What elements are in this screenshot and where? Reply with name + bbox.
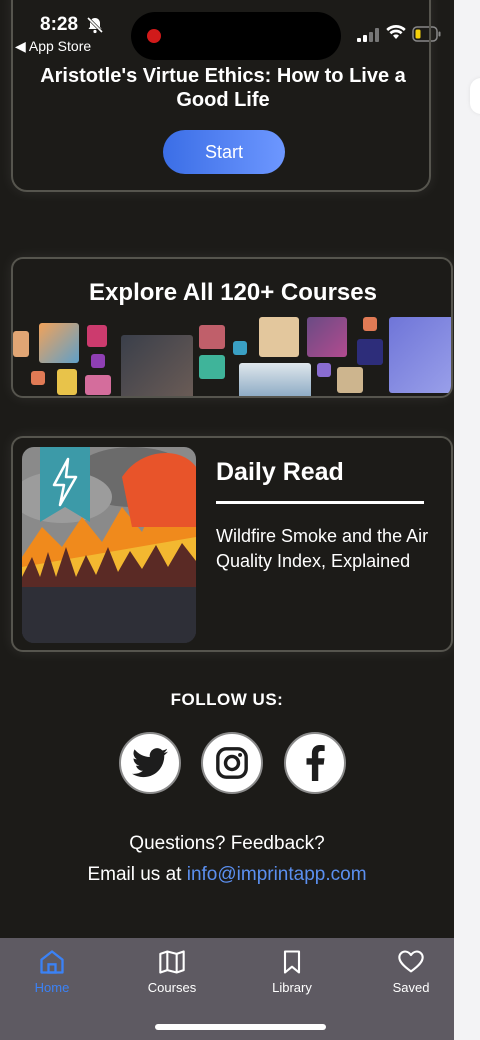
tab-saved[interactable]: Saved: [366, 948, 454, 995]
lightning-bolt-icon: [40, 447, 90, 522]
daily-read-heading: Daily Read: [216, 458, 344, 486]
facebook-icon: [306, 745, 325, 781]
tab-library[interactable]: Library: [247, 948, 337, 995]
course-thumbnail: [85, 375, 111, 395]
course-thumbnail: [31, 371, 45, 385]
course-thumbnail: [307, 317, 347, 357]
course-thumbnail: [121, 335, 193, 396]
instagram-button[interactable]: [201, 732, 263, 794]
course-thumbnail: [233, 341, 247, 355]
divider: [216, 501, 424, 504]
tab-courses[interactable]: Courses: [127, 948, 217, 995]
course-thumbnail: [317, 363, 331, 377]
side-panel-handle[interactable]: [470, 78, 480, 114]
explore-courses-card[interactable]: Explore All 120+ Courses: [11, 257, 453, 398]
explore-title: Explore All 120+ Courses: [89, 279, 377, 306]
questions-feedback-text: Questions? Feedback?: [129, 833, 325, 854]
heart-icon: [398, 950, 424, 973]
course-thumbnail: [87, 325, 107, 347]
map-icon: [159, 950, 185, 974]
course-title: Aristotle's Virtue Ethics: How to Live a…: [40, 65, 406, 111]
daily-read-illustration: [22, 447, 196, 643]
follow-us-label: FOLLOW US:: [170, 690, 284, 709]
tab-home[interactable]: Home: [7, 948, 97, 995]
email-link[interactable]: info@imprintapp.com: [187, 864, 367, 885]
daily-read-card[interactable]: Daily Read Wildfire Smoke and the Air Qu…: [11, 436, 453, 652]
instagram-icon: [216, 747, 248, 779]
email-line: Email us at info@imprintapp.com: [0, 864, 454, 886]
twitter-icon: [132, 748, 168, 778]
twitter-button[interactable]: [119, 732, 181, 794]
side-panel-edge: [454, 0, 480, 1040]
app-screen: 8:28 ◀ App Store Aristotle's Virtue Ethi…: [0, 0, 454, 1040]
course-thumbnail: [259, 317, 299, 357]
course-thumbnail: [199, 355, 225, 379]
course-thumbnail: [239, 363, 311, 396]
course-thumbnail: [91, 354, 105, 368]
course-thumbnail: [337, 367, 363, 393]
bookmark-icon: [283, 950, 301, 974]
home-icon: [40, 950, 64, 974]
course-thumbnail: [13, 331, 29, 357]
course-thumbnail: [357, 339, 383, 365]
email-prefix: Email us at: [87, 864, 187, 885]
course-thumbnail: [389, 317, 451, 393]
facebook-button[interactable]: [284, 732, 346, 794]
course-thumbnail: [39, 323, 79, 363]
course-thumbnail: [199, 325, 225, 349]
tab-saved-label: Saved: [392, 980, 430, 995]
course-thumbnail: [363, 317, 377, 331]
start-button[interactable]: Start: [163, 130, 285, 174]
daily-read-description: Wildfire Smoke and the Air Quality Index…: [216, 526, 429, 571]
current-course-card[interactable]: Aristotle's Virtue Ethics: How to Live a…: [11, 0, 431, 192]
tab-library-label: Library: [272, 980, 312, 995]
tab-courses-label: Courses: [147, 980, 197, 995]
home-indicator[interactable]: [155, 1024, 326, 1030]
tab-home-label: Home: [34, 980, 70, 995]
course-thumbnail: [57, 369, 77, 395]
